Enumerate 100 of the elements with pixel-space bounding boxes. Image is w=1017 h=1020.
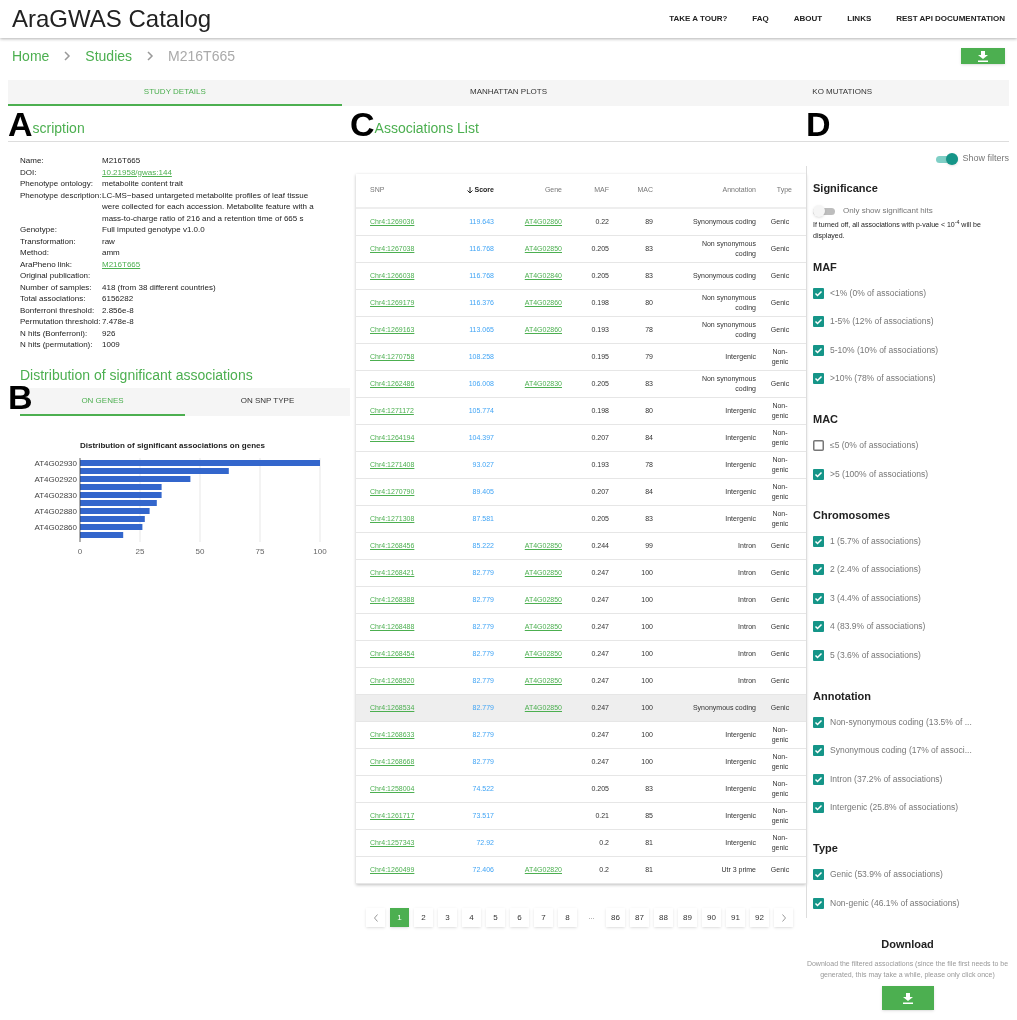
page-button[interactable]: 5	[486, 908, 505, 927]
field-label: Original publication:	[20, 270, 92, 282]
field-label: Genotype:	[20, 224, 58, 236]
page-button[interactable]: 90	[702, 908, 721, 927]
breadcrumb-link[interactable]: Home	[12, 45, 50, 67]
chevron-icon	[146, 51, 155, 61]
field-value: 2.856e-8	[102, 304, 135, 316]
checkbox-label: 5-10% (10% of associations)	[830, 343, 939, 357]
breadcrumb-link[interactable]: Studies	[85, 45, 133, 67]
field-label: Name:	[20, 155, 45, 167]
checkbox[interactable]	[813, 869, 824, 881]
tab[interactable]: MANHATTAN PLOTS	[341, 80, 676, 106]
toggle-label: Show filters	[962, 152, 1009, 166]
checkbox[interactable]	[813, 564, 824, 576]
checkbox[interactable]	[813, 773, 824, 785]
checkbox[interactable]	[813, 592, 824, 604]
checkbox[interactable]	[813, 649, 824, 661]
checkbox-label: Intron (37.2% of associations)	[830, 772, 943, 786]
field-value: 926	[102, 327, 117, 339]
panel-letter: D	[806, 107, 831, 141]
tab[interactable]: ON SNP TYPE	[185, 387, 350, 416]
tab[interactable]: KO MUTATIONS	[675, 80, 1009, 106]
field-value: M216T665	[102, 155, 142, 167]
tick-label: 50	[195, 546, 205, 556]
field-label: DOI:	[20, 166, 38, 178]
checkbox-label: Intergenic (25.8% of associations)	[830, 801, 959, 815]
checkbox[interactable]	[813, 440, 824, 452]
nav-link[interactable]: TAKE A TOUR?	[669, 13, 728, 25]
checkbox[interactable]	[813, 745, 824, 757]
field-link[interactable]: M216T665	[102, 258, 141, 270]
tick-label: 0	[77, 546, 83, 556]
download-title: Download	[880, 936, 935, 952]
page-button[interactable]: 87	[630, 908, 649, 927]
field-value: 418 (from 38 different countries)	[102, 281, 217, 293]
download-button[interactable]	[961, 48, 1005, 64]
page-button[interactable]: 6	[510, 908, 529, 927]
toggle-switch[interactable]	[936, 153, 959, 165]
checkbox-label: Genic (53.9% of associations)	[830, 868, 943, 882]
nav-link[interactable]: LINKS	[847, 13, 872, 25]
tick-label: 100	[313, 546, 327, 556]
chevron-left-icon	[372, 913, 379, 922]
field-value: 6156282	[102, 293, 135, 305]
field-value: raw	[102, 235, 116, 247]
page-button[interactable]: 89	[678, 908, 697, 927]
field-label: Total associations:	[20, 293, 87, 305]
toggle-switch[interactable]	[813, 204, 835, 217]
field-label: Phenotype ontology:	[20, 178, 94, 190]
field-label: Phenotype description:	[20, 189, 102, 202]
page-button[interactable]: 3	[438, 908, 457, 927]
download-icon	[978, 50, 988, 62]
checkbox[interactable]	[813, 287, 824, 299]
checkbox[interactable]	[813, 716, 824, 728]
checkbox[interactable]	[813, 535, 824, 547]
field-value: 1009	[102, 339, 121, 351]
section-title: Associations List	[374, 120, 479, 138]
page-button[interactable]: 88	[654, 908, 673, 927]
checkbox-label: Non-genic (46.1% of associations)	[830, 896, 960, 910]
page-button[interactable]: 8	[558, 908, 577, 927]
nav-link[interactable]: REST API DOCUMENTATION	[896, 13, 1005, 25]
filter-group-title: Significance	[813, 181, 879, 196]
field-label: Number of samples:	[20, 281, 93, 293]
page-button[interactable]: 7	[534, 908, 553, 927]
brand-title[interactable]: AraGWAS Catalog	[12, 1, 670, 37]
filter-group-title: MAC	[813, 412, 840, 427]
page-button[interactable]: 86	[606, 908, 625, 927]
page-button[interactable]: 92	[750, 908, 769, 927]
axis-label: AT4G02920	[34, 474, 77, 484]
checkbox[interactable]	[813, 316, 824, 328]
checkbox[interactable]	[813, 621, 824, 633]
page-button[interactable]: 1	[390, 908, 409, 927]
checkbox[interactable]	[813, 802, 824, 814]
nav-link[interactable]: ABOUT	[793, 13, 823, 25]
tick-label: 75	[255, 546, 265, 556]
checkbox[interactable]	[813, 344, 824, 356]
page-button[interactable]: 2	[414, 908, 433, 927]
chevron-right-icon	[780, 913, 787, 922]
field-label: Bonferroni threshold:	[20, 304, 96, 316]
checkbox-label: Synonymous coding (17% of associ...	[830, 744, 972, 758]
checkbox[interactable]	[813, 468, 824, 480]
checkbox-label: ≤5 (0% of associations)	[830, 439, 919, 453]
checkbox-label: 2 (2.4% of associations)	[830, 563, 921, 577]
field-value: 7.478e-8	[102, 316, 135, 328]
field-value: metabolite content trait	[102, 178, 184, 190]
tab[interactable]: STUDY DETAILS	[8, 80, 342, 106]
panel-letter: C	[350, 107, 375, 141]
axis-label: AT4G02860	[34, 522, 77, 532]
axis-label: AT4G02930	[34, 458, 77, 468]
page-button[interactable]: 91	[726, 908, 745, 927]
axis-label: AT4G02830	[34, 490, 77, 500]
checkbox[interactable]	[813, 897, 824, 909]
page-button[interactable]: 4	[462, 908, 481, 927]
checkbox-label: 1 (5.7% of associations)	[830, 534, 921, 548]
field-link[interactable]: 10.21958/gwas:144	[102, 166, 172, 178]
chevron-icon	[63, 51, 72, 61]
download-button[interactable]	[881, 986, 934, 1010]
checkbox[interactable]	[813, 373, 824, 385]
checkbox-label: >5 (100% of associations)	[830, 467, 929, 481]
filter-group-title: Type	[813, 841, 839, 856]
panel-letter: A	[8, 107, 33, 141]
nav-link[interactable]: FAQ	[752, 13, 769, 25]
